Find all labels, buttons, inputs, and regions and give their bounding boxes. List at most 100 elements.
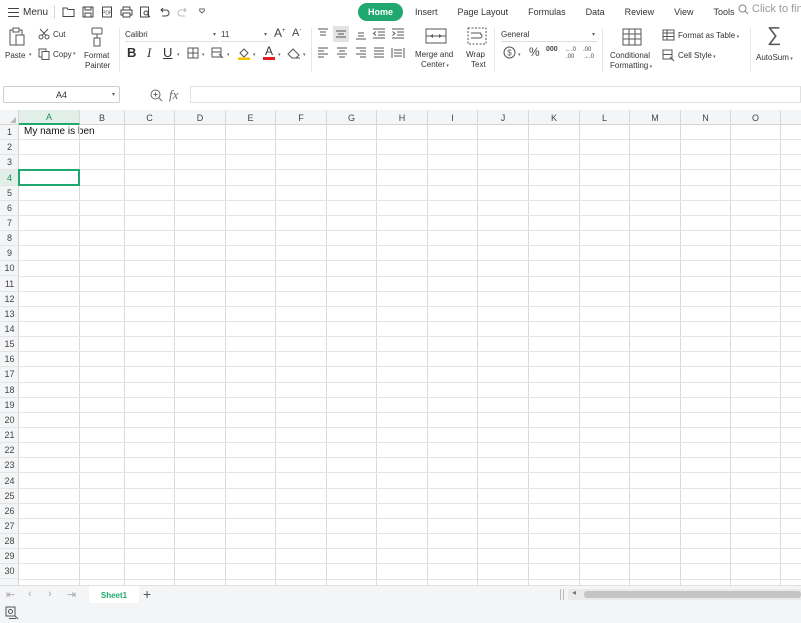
select-all-corner[interactable] — [0, 110, 19, 125]
print-icon[interactable] — [118, 4, 134, 20]
scroll-left-icon[interactable]: ◂ — [572, 588, 576, 597]
decrease-decimal-icon[interactable]: .00→.0 — [582, 45, 596, 59]
next-sheet-icon[interactable]: › — [48, 588, 52, 600]
row-header-11[interactable]: 11 — [0, 277, 19, 292]
increase-decimal-icon[interactable]: ←.0.00 — [564, 45, 578, 59]
first-sheet-icon[interactable]: ⇤ — [6, 588, 15, 601]
align-right-icon[interactable] — [355, 47, 367, 59]
tab-view[interactable]: View — [666, 3, 701, 21]
row-header-8[interactable]: 8 — [0, 231, 19, 247]
column-header-i[interactable]: I — [428, 110, 478, 125]
column-header-k[interactable]: K — [529, 110, 580, 125]
row-header-3[interactable]: 3 — [0, 155, 19, 171]
borders-icon[interactable] — [187, 47, 199, 59]
last-sheet-icon[interactable]: ⇥ — [67, 588, 76, 601]
tab-insert[interactable]: Insert — [407, 3, 446, 21]
spreadsheet-grid[interactable]: ABCDEFGHIJKLMNO 1 2 3 4 5 6 7 8 9 10 11 12 13 14 15 16 1… — [0, 110, 801, 585]
clear-dropdown-icon[interactable]: ▾ — [303, 52, 306, 58]
row-header-17[interactable]: 17 — [0, 367, 19, 383]
row-header-14[interactable]: 14 — [0, 322, 19, 338]
undo-icon[interactable] — [156, 4, 172, 20]
sigma-icon[interactable]: ∑ — [767, 24, 781, 47]
column-header-n[interactable]: N — [681, 110, 731, 125]
copy-dropdown-icon[interactable]: ▾ — [73, 51, 76, 57]
italic-button[interactable]: I — [147, 45, 151, 61]
align-middle-icon[interactable] — [333, 26, 349, 42]
zoom-function-icon[interactable] — [150, 89, 163, 102]
format-as-table-button[interactable]: Format as Table ▾ — [678, 31, 739, 40]
add-sheet-icon[interactable]: + — [143, 586, 151, 602]
column-header-j[interactable]: J — [478, 110, 529, 125]
merge-center-label-2[interactable]: Center ▾ — [421, 60, 449, 69]
menu-button[interactable]: Menu — [8, 2, 48, 22]
sheet-tab-sheet1[interactable]: Sheet1 — [89, 586, 139, 604]
autosum-button[interactable]: AutoSum ▾ — [756, 53, 793, 62]
decrease-indent-icon[interactable] — [372, 28, 386, 40]
column-header-l[interactable]: L — [580, 110, 630, 125]
cell-style-icon[interactable] — [662, 49, 675, 62]
split-handle-icon[interactable] — [560, 589, 564, 600]
row-header-26[interactable]: 26 — [0, 504, 19, 519]
justify-icon[interactable] — [373, 47, 385, 59]
tab-data[interactable]: Data — [578, 3, 613, 21]
row-header-13[interactable]: 13 — [0, 307, 19, 322]
align-bottom-icon[interactable] — [355, 28, 367, 40]
export-pdf-icon[interactable]: PDF — [99, 4, 115, 20]
wrap-text-icon[interactable] — [467, 27, 487, 45]
horizontal-scrollbar[interactable]: ◂ — [568, 588, 801, 600]
increase-indent-icon[interactable] — [391, 28, 405, 40]
row-header-21[interactable]: 21 — [0, 428, 19, 444]
font-name-select[interactable]: Calibri ▾ — [125, 28, 218, 42]
format-painter-icon[interactable] — [89, 27, 107, 47]
row-header-7[interactable]: 7 — [0, 216, 19, 232]
copy-button[interactable]: Copy — [53, 50, 72, 59]
open-folder-icon[interactable] — [61, 4, 77, 20]
borders-dropdown-icon[interactable]: ▾ — [202, 52, 205, 58]
align-center-icon[interactable] — [336, 47, 348, 59]
name-box[interactable]: A4 ▾ — [3, 86, 120, 103]
column-header-g[interactable]: G — [327, 110, 377, 125]
row-header-23[interactable]: 23 — [0, 458, 19, 474]
row-header-24[interactable]: 24 — [0, 473, 19, 489]
underline-button[interactable]: U — [163, 45, 172, 60]
row-header-27[interactable]: 27 — [0, 519, 19, 535]
tab-review[interactable]: Review — [617, 3, 663, 21]
font-size-select[interactable]: 11 ▾ — [221, 28, 269, 42]
selected-cell-a4[interactable] — [18, 169, 80, 186]
increase-font-size-icon[interactable]: A+ — [274, 26, 286, 40]
tab-formulas[interactable]: Formulas — [520, 3, 574, 21]
thousands-separator-button[interactable]: 000 — [546, 46, 558, 53]
tab-tools[interactable]: Tools — [705, 3, 742, 21]
row-header-15[interactable]: 15 — [0, 337, 19, 353]
merge-center-label-1[interactable]: Merge and — [415, 50, 453, 59]
previous-sheet-icon[interactable]: ‹ — [28, 588, 32, 600]
column-header-a[interactable]: A — [19, 110, 80, 125]
row-header-1[interactable]: 1 — [0, 125, 19, 141]
font-color-icon[interactable]: A — [263, 44, 275, 60]
column-header-o[interactable]: O — [731, 110, 781, 125]
format-painter-label-2[interactable]: Painter — [85, 61, 110, 70]
row-header-12[interactable]: 12 — [0, 292, 19, 307]
macro-record-icon[interactable] — [5, 606, 19, 620]
row-header-4[interactable]: 4 — [0, 170, 19, 186]
formula-input[interactable] — [190, 86, 801, 103]
font-color-dropdown-icon[interactable]: ▾ — [278, 52, 281, 58]
align-left-icon[interactable] — [317, 47, 329, 59]
scroll-thumb[interactable] — [584, 591, 801, 598]
copy-icon[interactable] — [38, 48, 50, 60]
align-top-icon[interactable] — [317, 28, 329, 40]
save-icon[interactable] — [80, 4, 96, 20]
column-header-m[interactable]: M — [630, 110, 681, 125]
row-header-2[interactable]: 2 — [0, 140, 19, 156]
row-header-25[interactable]: 25 — [0, 489, 19, 504]
bold-button[interactable]: B — [127, 45, 136, 60]
conditional-formatting-label-2[interactable]: Formatting ▾ — [610, 61, 652, 70]
row-header-20[interactable]: 20 — [0, 413, 19, 428]
row-header-6[interactable]: 6 — [0, 201, 19, 216]
row-header-28[interactable]: 28 — [0, 534, 19, 550]
cell-a1[interactable]: My name is ben — [24, 126, 95, 137]
cut-button[interactable]: Cut — [53, 30, 65, 39]
paste-dropdown-icon[interactable]: ▾ — [29, 52, 32, 58]
conditional-formatting-label-1[interactable]: Conditional — [610, 51, 650, 60]
decrease-font-size-icon[interactable]: A- — [292, 27, 301, 39]
